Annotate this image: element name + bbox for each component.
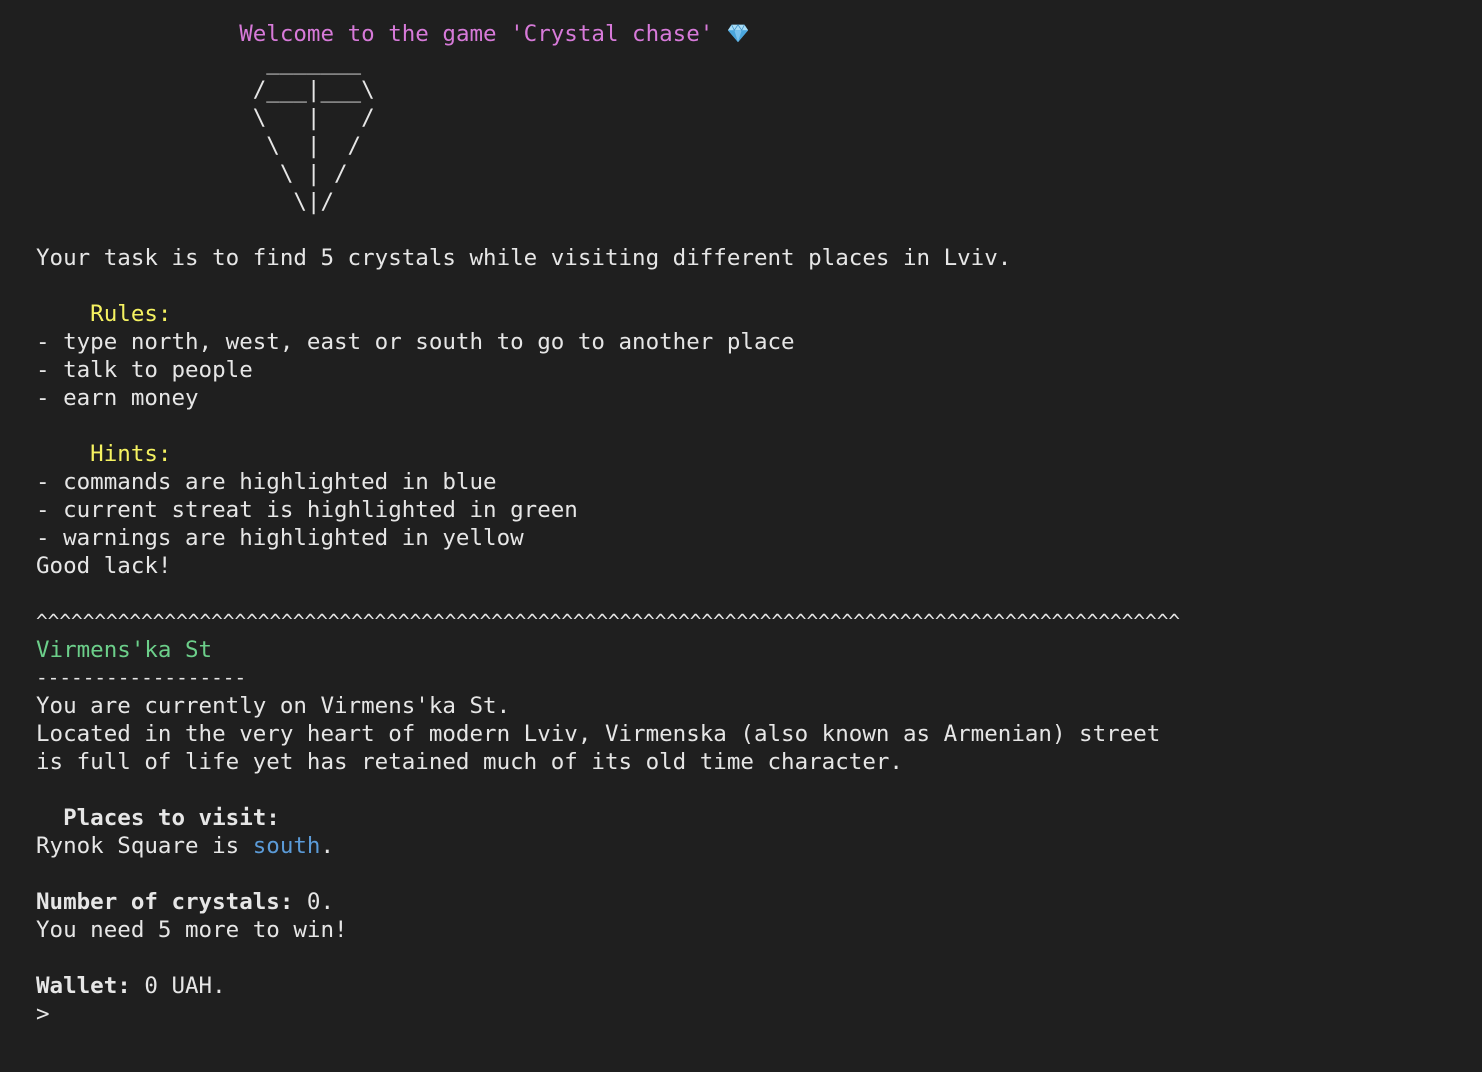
welcome-title: Welcome to the game 'Crystal chase' [239, 21, 714, 47]
command-prompt[interactable]: > [36, 1000, 1482, 1028]
location-description: Located in the very heart of modern Lviv… [36, 721, 1161, 747]
crystals-count: Number of crystals: 0. [36, 888, 1482, 916]
crystals-needed: You need 5 more to win! [36, 917, 348, 943]
diamond-icon [727, 24, 748, 43]
direction-command: south [252, 833, 321, 859]
ascii-art-line: \ | / [36, 133, 362, 159]
location-description: is full of life yet has retained much of… [36, 749, 903, 775]
ascii-art-line: \|/ [36, 189, 335, 215]
crystals-value: 0. [293, 889, 335, 915]
welcome-line: Welcome to the game 'Crystal chase' [36, 20, 1482, 48]
ascii-art-line: /___|___\ [36, 77, 375, 103]
hint-item: - warnings are highlighted in yellow [36, 525, 524, 551]
ascii-art-line: \ | / [36, 161, 348, 187]
good-luck-text: Good lack! [36, 553, 172, 579]
hint-item: - current streat is highlighted in green [36, 497, 578, 523]
wallet-label: Wallet: [36, 973, 131, 999]
welcome-indent [36, 21, 239, 47]
street-underline: ------------------ [36, 666, 247, 689]
place-name: Rynok Square is [36, 833, 253, 859]
wallet-value: 0 UAH. [130, 973, 226, 999]
terminal-window: Welcome to the game 'Crystal chase' ____… [0, 0, 1482, 1072]
rule-item: - type north, west, east or south to go … [36, 329, 795, 355]
place-suffix: . [320, 833, 335, 859]
task-description: Your task is to find 5 crystals while vi… [36, 245, 1012, 271]
rules-heading: Rules: [36, 301, 172, 327]
crystals-label: Number of crystals: [36, 889, 294, 915]
places-heading: Places to visit: [36, 805, 280, 831]
separator: ^^^^^^^^^^^^^^^^^^^^^^^^^^^^^^^^^^^^^^^^… [36, 610, 1181, 633]
ascii-art-line: \ | / [36, 105, 375, 131]
hints-heading: Hints: [36, 441, 172, 467]
street-name: Virmens'ka St [36, 637, 213, 663]
current-location: You are currently on Virmens'ka St. [36, 693, 511, 719]
rule-item: - earn money [36, 385, 199, 411]
ascii-art-line: _______ [36, 49, 362, 75]
rule-item: - talk to people [36, 357, 253, 383]
wallet-status: Wallet: 0 UAH. [36, 972, 1482, 1000]
place-item: Rynok Square is south. [36, 832, 1482, 860]
hint-item: - commands are highlighted in blue [36, 469, 497, 495]
crystal-ascii-art: _______ /___|___\ \ | / \ | / \ | / \|/ [36, 48, 1482, 216]
